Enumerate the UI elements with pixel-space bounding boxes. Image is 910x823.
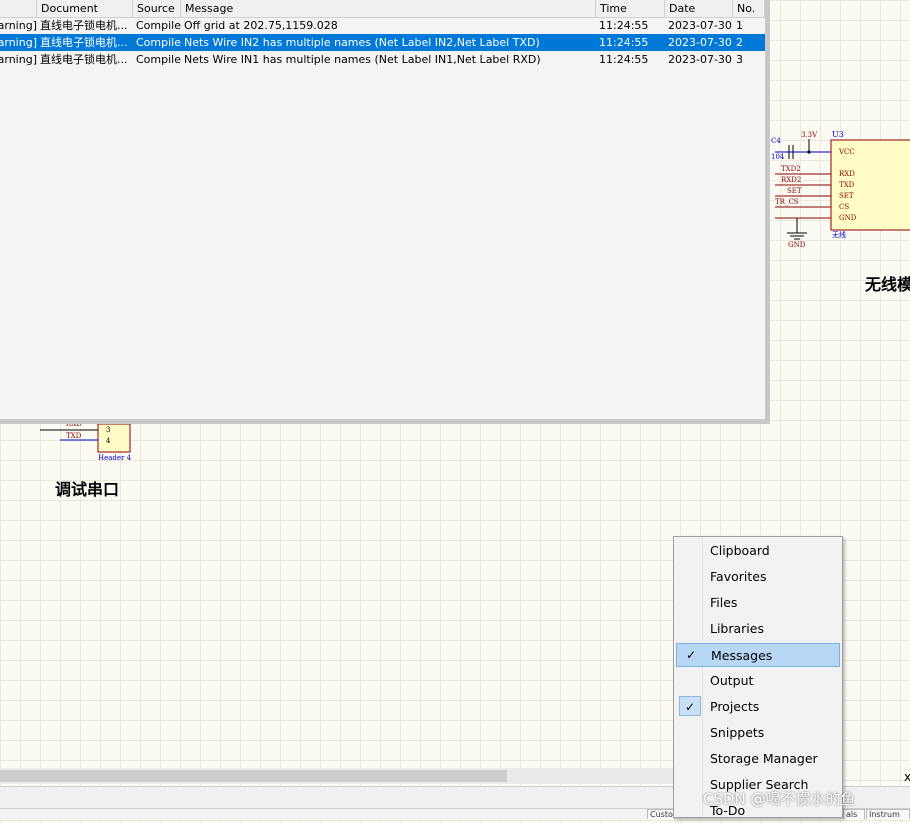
menu-item-label: Libraries [710,621,764,636]
message-time: 11:24:55 [599,19,649,32]
message-date: 2023-07-30 [668,36,732,49]
net-tr-cs: TR_CS [775,198,799,206]
menu-item-label: Clipboard [710,543,770,558]
message-text: Nets Wire IN1 has multiple names (Net La… [184,53,541,66]
u3-designator: U3 [832,130,844,139]
debug-serial-title: 调试串口 [55,480,120,499]
menu-item-label: Storage Manager [710,751,818,766]
u3-pin-cs: CS [839,203,850,211]
u3-pin-vcc: VCC [839,148,855,156]
column-document[interactable]: Document [37,0,133,17]
menu-item-label: Output [710,673,754,688]
message-no: 3 [736,53,743,66]
check-icon: ✓ [679,696,701,716]
column-date[interactable]: Date [665,0,733,17]
menu-item-label: Projects [710,699,760,714]
net-rxd2: RXD2 [781,176,802,184]
csdn-watermark: CSDN @喝不惯水的鱼 [703,790,856,808]
message-source: Compiler [136,36,181,49]
message-time: 11:24:55 [599,36,649,49]
u3-pin-rxd: RXD [839,170,855,178]
header4-pin-3: 3 [106,426,111,434]
message-source: Compiler [136,19,181,32]
message-no: 1 [736,19,743,32]
menu-item-messages[interactable]: ✓ Messages [676,643,840,667]
menu-item-clipboard[interactable]: Clipboard [676,539,840,563]
c4-designator: C4 [771,137,781,145]
menu-item-label: Snippets [710,725,765,740]
check-icon: ✓ [685,648,697,662]
message-row[interactable]: [Warning] 直线电子锁电机... Compiler Nets Wire … [0,51,765,68]
net-set: SET [787,187,802,195]
column-source[interactable]: Source [133,0,181,17]
message-kind: [Warning] [0,53,37,66]
u3-pin-txd: TXD [839,181,855,189]
menu-item-label: Messages [711,648,773,663]
message-time: 11:24:55 [599,53,649,66]
column-kind[interactable] [0,0,37,17]
message-document: 直线电子锁电机... [40,53,128,66]
message-kind: [Warning] [0,19,37,32]
net-txd2: TXD2 [781,165,801,173]
u3-schematic: U3 C4 104 3.3V VCC RXD TXD SET CS GND TX… [765,125,910,300]
menu-item-libraries[interactable]: Libraries [676,617,840,641]
close-icon[interactable]: x [904,770,910,784]
header4-net-txd: TXD [66,432,82,440]
message-document: 直线电子锁电机... [40,36,128,49]
menu-item-output[interactable]: Output [676,669,840,693]
panels-context-menu[interactable]: Clipboard Favorites Files Libraries ✓ Me… [673,536,843,818]
header4-pin-4: 4 [106,437,111,445]
wireless-section-title: 无线模 [865,275,910,294]
menu-item-label: Favorites [710,569,767,584]
message-document: 直线电子锁电机... [40,19,128,32]
gnd-label: GND [788,241,806,249]
column-no[interactable]: No. [733,0,765,17]
c4-value: 104 [771,153,785,161]
message-source: Compiler [136,53,181,66]
menu-item-favorites[interactable]: Favorites [676,565,840,589]
messages-header: Document Source Message Time Date No. [0,0,765,18]
supply-3v3-label: 3.3V [801,131,818,139]
message-row[interactable]: [Warning] 直线电子锁电机... Compiler Off grid a… [0,17,765,34]
column-message[interactable]: Message [181,0,596,17]
column-time[interactable]: Time [596,0,665,17]
u3-pin-set: SET [839,192,854,200]
messages-panel[interactable]: Document Source Message Time Date No. [W… [0,0,770,424]
u3-part-label: 无线 [832,231,846,239]
message-text: Nets Wire IN2 has multiple names (Net La… [184,36,540,49]
message-kind: [Warning] [0,36,37,49]
message-date: 2023-07-30 [668,19,732,32]
menu-item-label: Files [710,595,738,610]
menu-item-snippets[interactable]: Snippets [676,721,840,745]
header4-schematic: 3 4 RXD TXD Header 4 调试串口 [0,420,160,500]
horizontal-scrollbar-thumb[interactable] [0,770,507,782]
menu-item-projects[interactable]: ✓ Projects [676,695,840,719]
menu-item-storage-manager[interactable]: Storage Manager [676,747,840,771]
message-date: 2023-07-30 [668,53,732,66]
menu-item-files[interactable]: Files [676,591,840,615]
header4-label: Header 4 [98,454,132,462]
message-row-selected[interactable]: [Warning] 直线电子锁电机... Compiler Nets Wire … [0,34,765,51]
message-text: Off grid at 202.75,1159.028 [184,19,338,32]
message-no: 2 [736,36,743,49]
u3-pin-gnd: GND [839,214,857,222]
